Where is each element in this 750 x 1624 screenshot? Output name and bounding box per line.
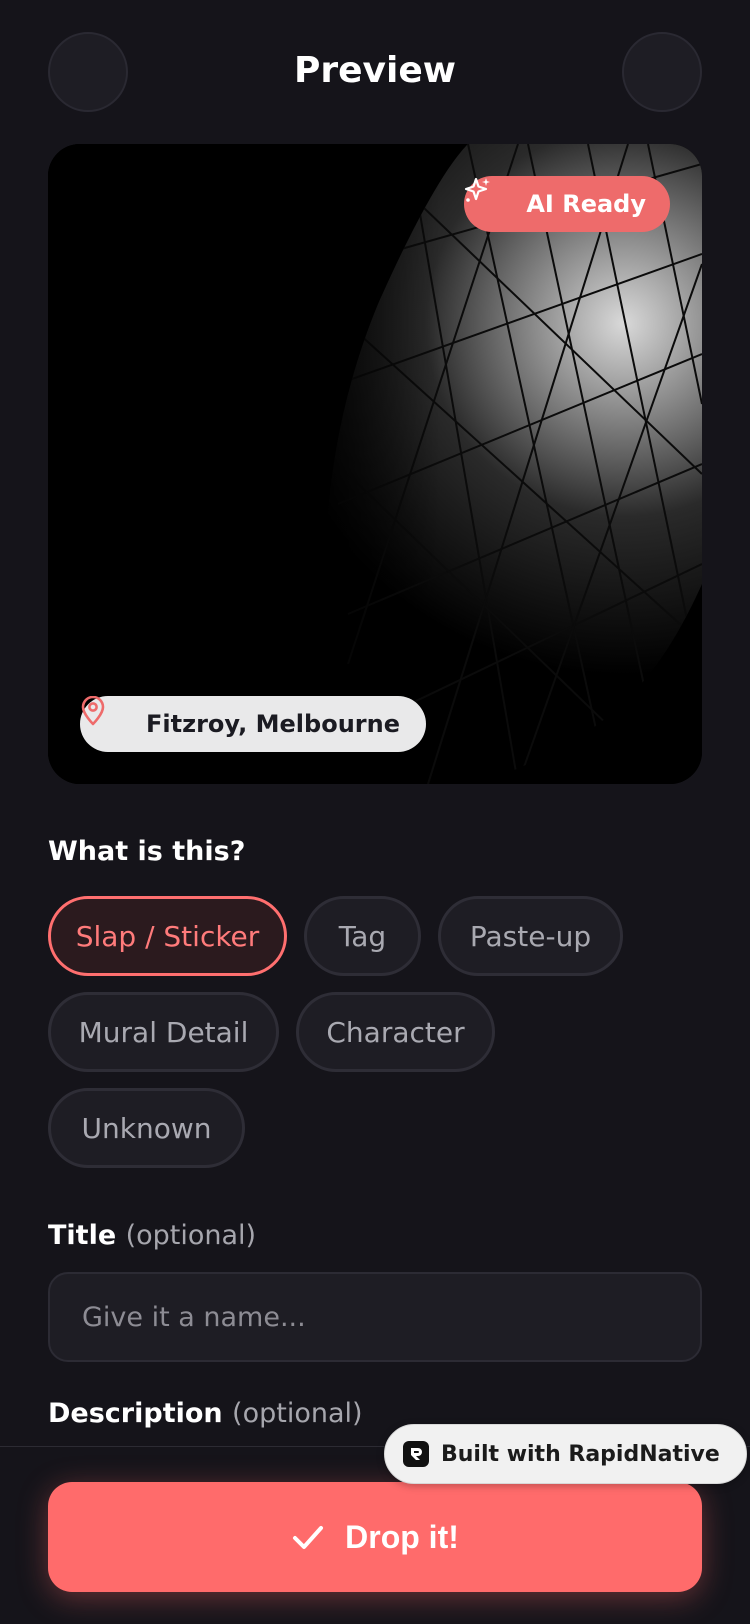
chip-label: Mural Detail — [78, 1015, 249, 1049]
check-icon — [291, 1520, 325, 1554]
optional-hint: (optional) — [125, 1220, 257, 1251]
title-input[interactable] — [48, 1272, 702, 1362]
chip-label: Unknown — [81, 1111, 212, 1145]
category-label: What is this? — [48, 836, 246, 867]
built-with-badge[interactable]: Built with RapidNative — [384, 1424, 747, 1484]
location-pill[interactable]: Fitzroy, Melbourne — [80, 696, 426, 752]
map-pin-icon — [81, 696, 132, 739]
preview-screen: Preview AI Ready Fitzroy, Melbourne What… — [0, 0, 750, 1624]
drop-it-button[interactable]: Drop it! — [48, 1482, 702, 1592]
chip-label: Paste-up — [469, 919, 592, 953]
drop-it-label: Drop it! — [345, 1518, 459, 1555]
description-field-label: Description (optional) — [48, 1398, 363, 1429]
ai-ready-badge: AI Ready — [464, 176, 670, 232]
chip-label: Slap / Sticker — [75, 919, 260, 953]
rapidnative-logo-icon — [403, 1441, 429, 1467]
header: Preview — [0, 0, 750, 145]
optional-hint: (optional) — [232, 1398, 363, 1429]
ai-ready-label: AI Ready — [526, 190, 646, 218]
chip-paste-up[interactable]: Paste-up — [438, 896, 623, 976]
chip-label: Tag — [338, 919, 387, 953]
chip-tag[interactable]: Tag — [304, 896, 421, 976]
more-button[interactable] — [622, 32, 702, 112]
chip-unknown[interactable]: Unknown — [48, 1088, 245, 1168]
photo-preview: AI Ready Fitzroy, Melbourne — [48, 144, 702, 784]
chip-label: Character — [326, 1015, 465, 1049]
chip-character[interactable]: Character — [296, 992, 495, 1072]
title-label-text: Title — [48, 1220, 117, 1251]
built-with-label: Built with RapidNative — [441, 1441, 720, 1467]
location-label: Fitzroy, Melbourne — [146, 710, 400, 738]
photo-image — [48, 144, 702, 784]
chip-slap-sticker[interactable]: Slap / Sticker — [48, 896, 287, 976]
sparkles-icon — [465, 177, 514, 218]
chip-mural-detail[interactable]: Mural Detail — [48, 992, 279, 1072]
description-label-text: Description — [48, 1398, 223, 1429]
title-field-label: Title (optional) — [48, 1220, 256, 1251]
